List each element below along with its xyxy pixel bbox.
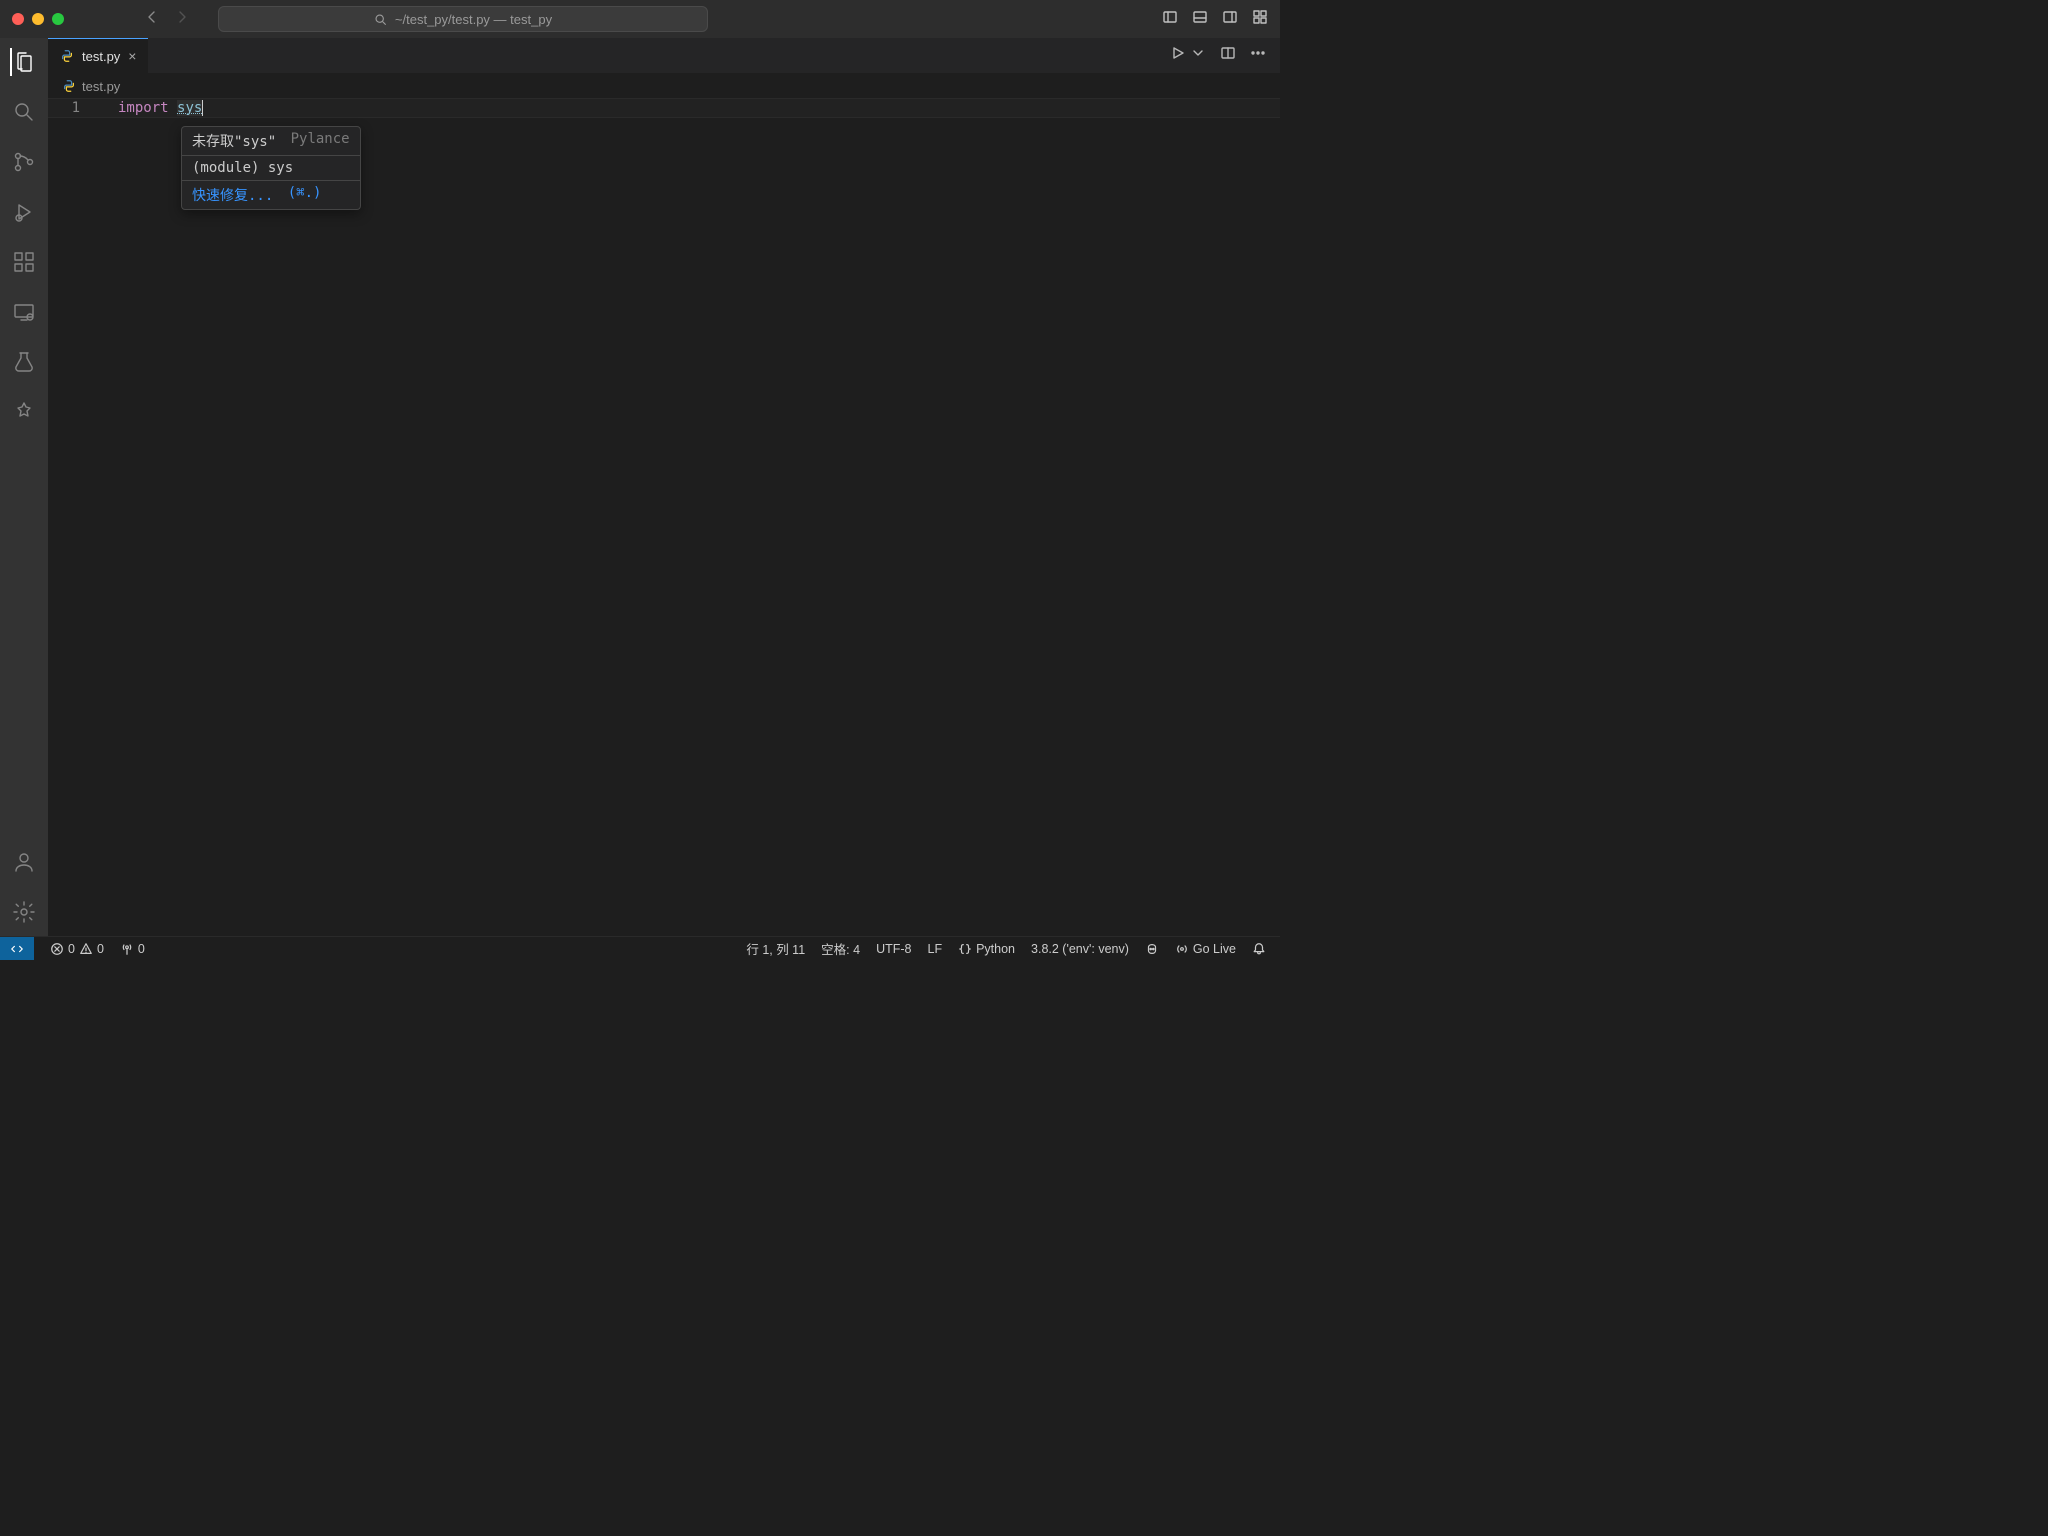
status-remote-button[interactable] xyxy=(0,937,34,960)
status-language-mode[interactable]: Python xyxy=(950,937,1023,960)
run-dropdown-icon[interactable] xyxy=(1190,45,1206,66)
status-ports-count: 0 xyxy=(138,942,145,956)
radio-tower-icon xyxy=(120,942,134,956)
current-line-highlight xyxy=(48,98,1280,118)
python-file-icon xyxy=(60,49,74,63)
status-cursor-position[interactable]: 行 1, 列 11 xyxy=(738,937,813,960)
activity-accounts-icon[interactable] xyxy=(10,848,38,876)
hover-quickfix-shortcut: (⌘.) xyxy=(288,185,322,205)
hover-quickfix-row[interactable]: 快速修复... (⌘.) xyxy=(182,180,360,209)
window-close-button[interactable] xyxy=(12,13,24,25)
activity-remote-icon[interactable] xyxy=(10,298,38,326)
command-center-search[interactable]: ~/test_py/test.py — test_py xyxy=(218,6,708,32)
layout-primary-side-icon[interactable] xyxy=(1162,9,1178,30)
tab-filename: test.py xyxy=(82,49,120,64)
hover-tooltip: 未存取"sys" Pylance (module) sys 快速修复... (⌘… xyxy=(181,126,361,210)
braces-icon xyxy=(958,942,972,956)
code-editor[interactable]: 1 import sys 未存取"sys" Pylance (module) s… xyxy=(48,98,1280,936)
editor-group: test.py × test.py 1 import xyxy=(48,38,1280,936)
bell-icon xyxy=(1252,942,1266,956)
status-notifications[interactable] xyxy=(1244,937,1274,960)
hover-diagnostic-source: Pylance xyxy=(282,131,349,151)
line-number-gutter: 1 xyxy=(48,98,98,118)
status-ports[interactable]: 0 xyxy=(112,937,153,960)
keyword-import: import xyxy=(118,100,177,116)
customize-layout-icon[interactable] xyxy=(1252,9,1268,30)
hover-quickfix-link[interactable]: 快速修复... xyxy=(192,185,282,205)
tab-close-icon[interactable]: × xyxy=(128,48,136,64)
activity-settings-icon[interactable] xyxy=(10,898,38,926)
more-actions-icon[interactable] xyxy=(1250,45,1266,66)
split-editor-icon[interactable] xyxy=(1220,45,1236,66)
error-icon xyxy=(50,942,64,956)
layout-panel-icon[interactable] xyxy=(1192,9,1208,30)
nav-back-icon[interactable] xyxy=(144,9,160,30)
status-copilot[interactable] xyxy=(1137,937,1167,960)
window-traffic-lights xyxy=(12,13,64,25)
hover-diagnostic-row: 未存取"sys" Pylance xyxy=(182,127,360,155)
activity-bar xyxy=(0,38,48,936)
activity-explorer-icon[interactable] xyxy=(10,48,38,76)
nav-forward-icon[interactable] xyxy=(174,9,190,30)
status-error-count: 0 xyxy=(68,942,75,956)
status-indentation[interactable]: 空格: 4 xyxy=(813,937,868,960)
activity-testing-icon[interactable] xyxy=(10,348,38,376)
activity-search-icon[interactable] xyxy=(10,98,38,126)
status-eol[interactable]: LF xyxy=(920,937,951,960)
activity-run-debug-icon[interactable] xyxy=(10,198,38,226)
warning-icon xyxy=(79,942,93,956)
python-file-icon xyxy=(62,79,76,93)
code-line-1: import sys xyxy=(118,98,203,118)
hover-signature-text: (module) sys xyxy=(192,160,293,176)
broadcast-icon xyxy=(1175,942,1189,956)
run-file-icon[interactable] xyxy=(1170,45,1186,66)
command-center-title: ~/test_py/test.py — test_py xyxy=(395,12,552,27)
status-bar: 0 0 0 行 1, 列 11 空格: 4 UTF-8 LF Python 3.… xyxy=(0,936,1280,960)
search-icon xyxy=(374,13,387,26)
status-errors-warnings[interactable]: 0 0 xyxy=(42,937,112,960)
breadcrumbs[interactable]: test.py xyxy=(48,74,1280,98)
tab-active[interactable]: test.py × xyxy=(48,38,148,73)
window-minimize-button[interactable] xyxy=(32,13,44,25)
copilot-icon xyxy=(1145,942,1159,956)
hover-diagnostic-text: 未存取"sys" xyxy=(192,131,276,151)
module-name-sys: sys xyxy=(177,100,202,116)
activity-source-control-icon[interactable] xyxy=(10,148,38,176)
window-maximize-button[interactable] xyxy=(52,13,64,25)
layout-secondary-side-icon[interactable] xyxy=(1222,9,1238,30)
status-python-interpreter[interactable]: 3.8.2 ('env': venv) xyxy=(1023,937,1137,960)
text-cursor xyxy=(202,100,203,116)
status-go-live[interactable]: Go Live xyxy=(1167,937,1244,960)
title-bar: ~/test_py/test.py — test_py xyxy=(0,0,1280,38)
activity-extra-icon[interactable] xyxy=(10,398,38,426)
hover-signature-row: (module) sys xyxy=(182,155,360,180)
status-encoding[interactable]: UTF-8 xyxy=(868,937,919,960)
tabs-bar: test.py × xyxy=(48,38,1280,74)
status-warning-count: 0 xyxy=(97,942,104,956)
line-number: 1 xyxy=(48,98,80,118)
activity-extensions-icon[interactable] xyxy=(10,248,38,276)
breadcrumb-file: test.py xyxy=(82,79,120,94)
